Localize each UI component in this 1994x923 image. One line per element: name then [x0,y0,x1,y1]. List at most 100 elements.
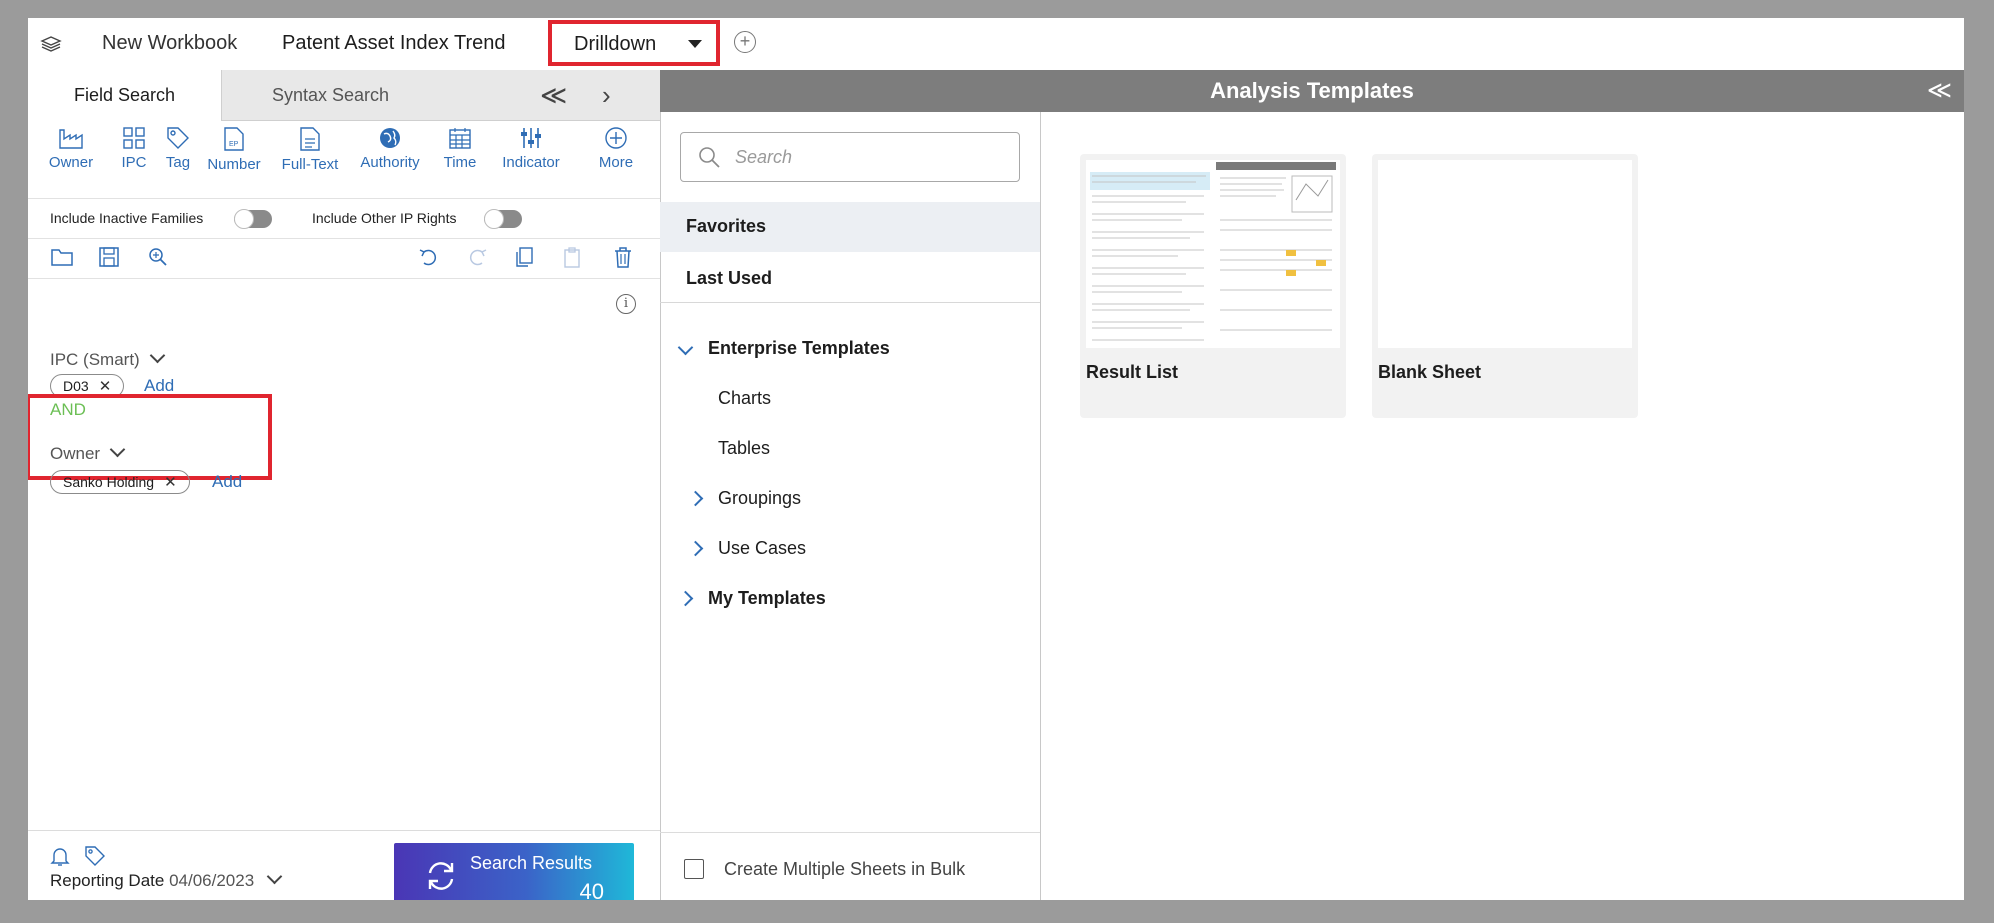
owner-chip-label: Sanko Holding [63,474,155,490]
result-list-thumbnail [1086,160,1340,348]
analysis-templates-header: Analysis Templates ≪ [660,70,1964,112]
tool-authority[interactable]: Authority [354,126,426,171]
bell-icon[interactable] [50,845,70,867]
chevron-down-icon[interactable] [677,339,694,356]
include-other-ip-toggle[interactable] [484,209,522,229]
tool-ipc-label: IPC [121,154,147,171]
include-inactive-toggle[interactable] [234,209,272,229]
tool-more[interactable]: More [594,126,638,171]
tool-authority-label: Authority [360,154,420,171]
include-inactive-label: Include Inactive Families [50,210,204,226]
factory-icon [59,129,83,149]
tab-syntax-search[interactable]: Syntax Search [272,70,389,120]
search-results-button[interactable]: Search Results 40 [394,843,634,900]
tab-field-search[interactable]: Field Search [28,70,222,121]
paste-icon[interactable] [562,246,582,268]
new-workbook-tab[interactable]: New Workbook [102,32,237,55]
ipc-add-link[interactable]: Add [144,376,174,396]
template-card-result-list[interactable]: Result List [1080,154,1346,418]
reporting-date-label: Reporting Date [50,871,165,890]
left-panel: Field Search Syntax Search ≪ › Owner IPC… [28,70,661,900]
drilldown-tab[interactable]: Drilldown [548,20,720,66]
globe-icon [380,128,400,148]
tool-time-label: Time [443,154,477,171]
collapse-double-chevron-icon[interactable]: ≪ [540,80,567,111]
template-card-blank-sheet[interactable]: Blank Sheet [1372,154,1638,418]
nav-charts[interactable]: Charts [718,388,771,409]
nav-enterprise-templates[interactable]: Enterprise Templates [708,338,890,359]
nav-my-templates[interactable]: My Templates [708,588,826,609]
ipc-field-title[interactable]: IPC (Smart) [50,347,166,370]
chevron-right-icon[interactable] [687,490,704,507]
include-other-ip-label: Include Other IP Rights [312,210,457,226]
tool-time[interactable]: Time [438,126,482,171]
search-footer: Reporting Date 04/06/2023 Search Results… [28,830,660,900]
open-folder-icon[interactable] [50,246,74,268]
tool-tag-label: Tag [165,154,191,171]
sheet-tab-patent-asset[interactable]: Patent Asset Index Trend [282,32,505,55]
tag-icon[interactable] [84,845,106,867]
sliders-icon [521,128,541,148]
chevron-down-icon[interactable] [109,441,126,458]
result-list-label: Result List [1086,362,1179,382]
copy-icon[interactable] [514,246,534,268]
close-icon[interactable]: ✕ [99,378,112,395]
blank-sheet-thumbnail [1378,160,1632,348]
svg-text:EP: EP [229,141,239,148]
template-cards: Result List Blank Sheet [1040,112,1964,900]
books-icon[interactable] [40,35,62,53]
caret-down-icon[interactable] [688,40,702,48]
tool-indicator-label: Indicator [502,154,560,171]
toggle-row: Include Inactive Families Include Other … [28,198,660,239]
nav-last-used[interactable]: Last Used [686,268,772,289]
save-icon[interactable] [98,246,120,268]
bulk-checkbox[interactable] [684,859,704,879]
refresh-icon [428,862,454,890]
reporting-date[interactable]: Reporting Date 04/06/2023 [50,868,283,891]
template-search-input[interactable]: Search [680,132,1020,182]
grid-icon [123,127,145,149]
chevron-right-icon[interactable]: › [602,80,611,111]
tool-ipc[interactable]: IPC [114,126,154,171]
tool-full-text-label: Full-Text [281,156,339,173]
tool-number[interactable]: EP Number [204,126,264,173]
document-icon [300,127,320,151]
document-ep-icon: EP [224,127,244,151]
redo-icon[interactable] [466,246,488,268]
tool-tag[interactable]: Tag [158,126,198,171]
close-icon[interactable]: ✕ [164,474,177,491]
search-results-label: Search Results [470,853,593,873]
tool-owner[interactable]: Owner [46,126,96,171]
chevron-right-icon[interactable] [687,540,704,557]
ipc-field-label: IPC (Smart) [50,350,140,369]
collapse-panel-icon[interactable]: ≪ [1927,76,1952,105]
field-toolbar: Owner IPC Tag EP Number Full-Text Author… [28,120,660,199]
tool-owner-label: Owner [48,154,94,171]
chevron-down-icon[interactable] [149,347,166,364]
drilldown-label: Drilldown [574,33,657,55]
tool-number-label: Number [207,156,261,173]
chevron-down-icon[interactable] [266,868,283,885]
add-sheet-icon[interactable]: + [734,31,756,53]
search-zoom-icon[interactable] [146,246,170,268]
undo-icon[interactable] [418,246,440,268]
owner-field-title[interactable]: Owner [50,441,126,464]
chevron-right-icon[interactable] [677,590,694,607]
plus-circle-icon [605,127,627,149]
trash-icon[interactable] [612,246,634,268]
nav-groupings[interactable]: Groupings [718,488,801,509]
tool-full-text[interactable]: Full-Text [278,126,342,173]
search-tabs: Field Search Syntax Search ≪ › [28,70,660,121]
owner-add-link[interactable]: Add [212,472,242,492]
search-results-count: 40 [579,879,604,900]
nav-favorites[interactable]: Favorites [660,202,1040,252]
nav-use-cases[interactable]: Use Cases [718,538,806,559]
owner-field-label: Owner [50,444,101,463]
nav-tables[interactable]: Tables [718,438,770,459]
bulk-row: Create Multiple Sheets in Bulk [660,832,1040,900]
top-bar: New Workbook Patent Asset Index Trend Dr… [28,18,1964,71]
app-window: New Workbook Patent Asset Index Trend Dr… [28,18,1964,900]
owner-chip[interactable]: Sanko Holding ✕ [50,470,190,494]
info-icon[interactable]: i [616,294,636,314]
tool-indicator[interactable]: Indicator [498,126,564,171]
